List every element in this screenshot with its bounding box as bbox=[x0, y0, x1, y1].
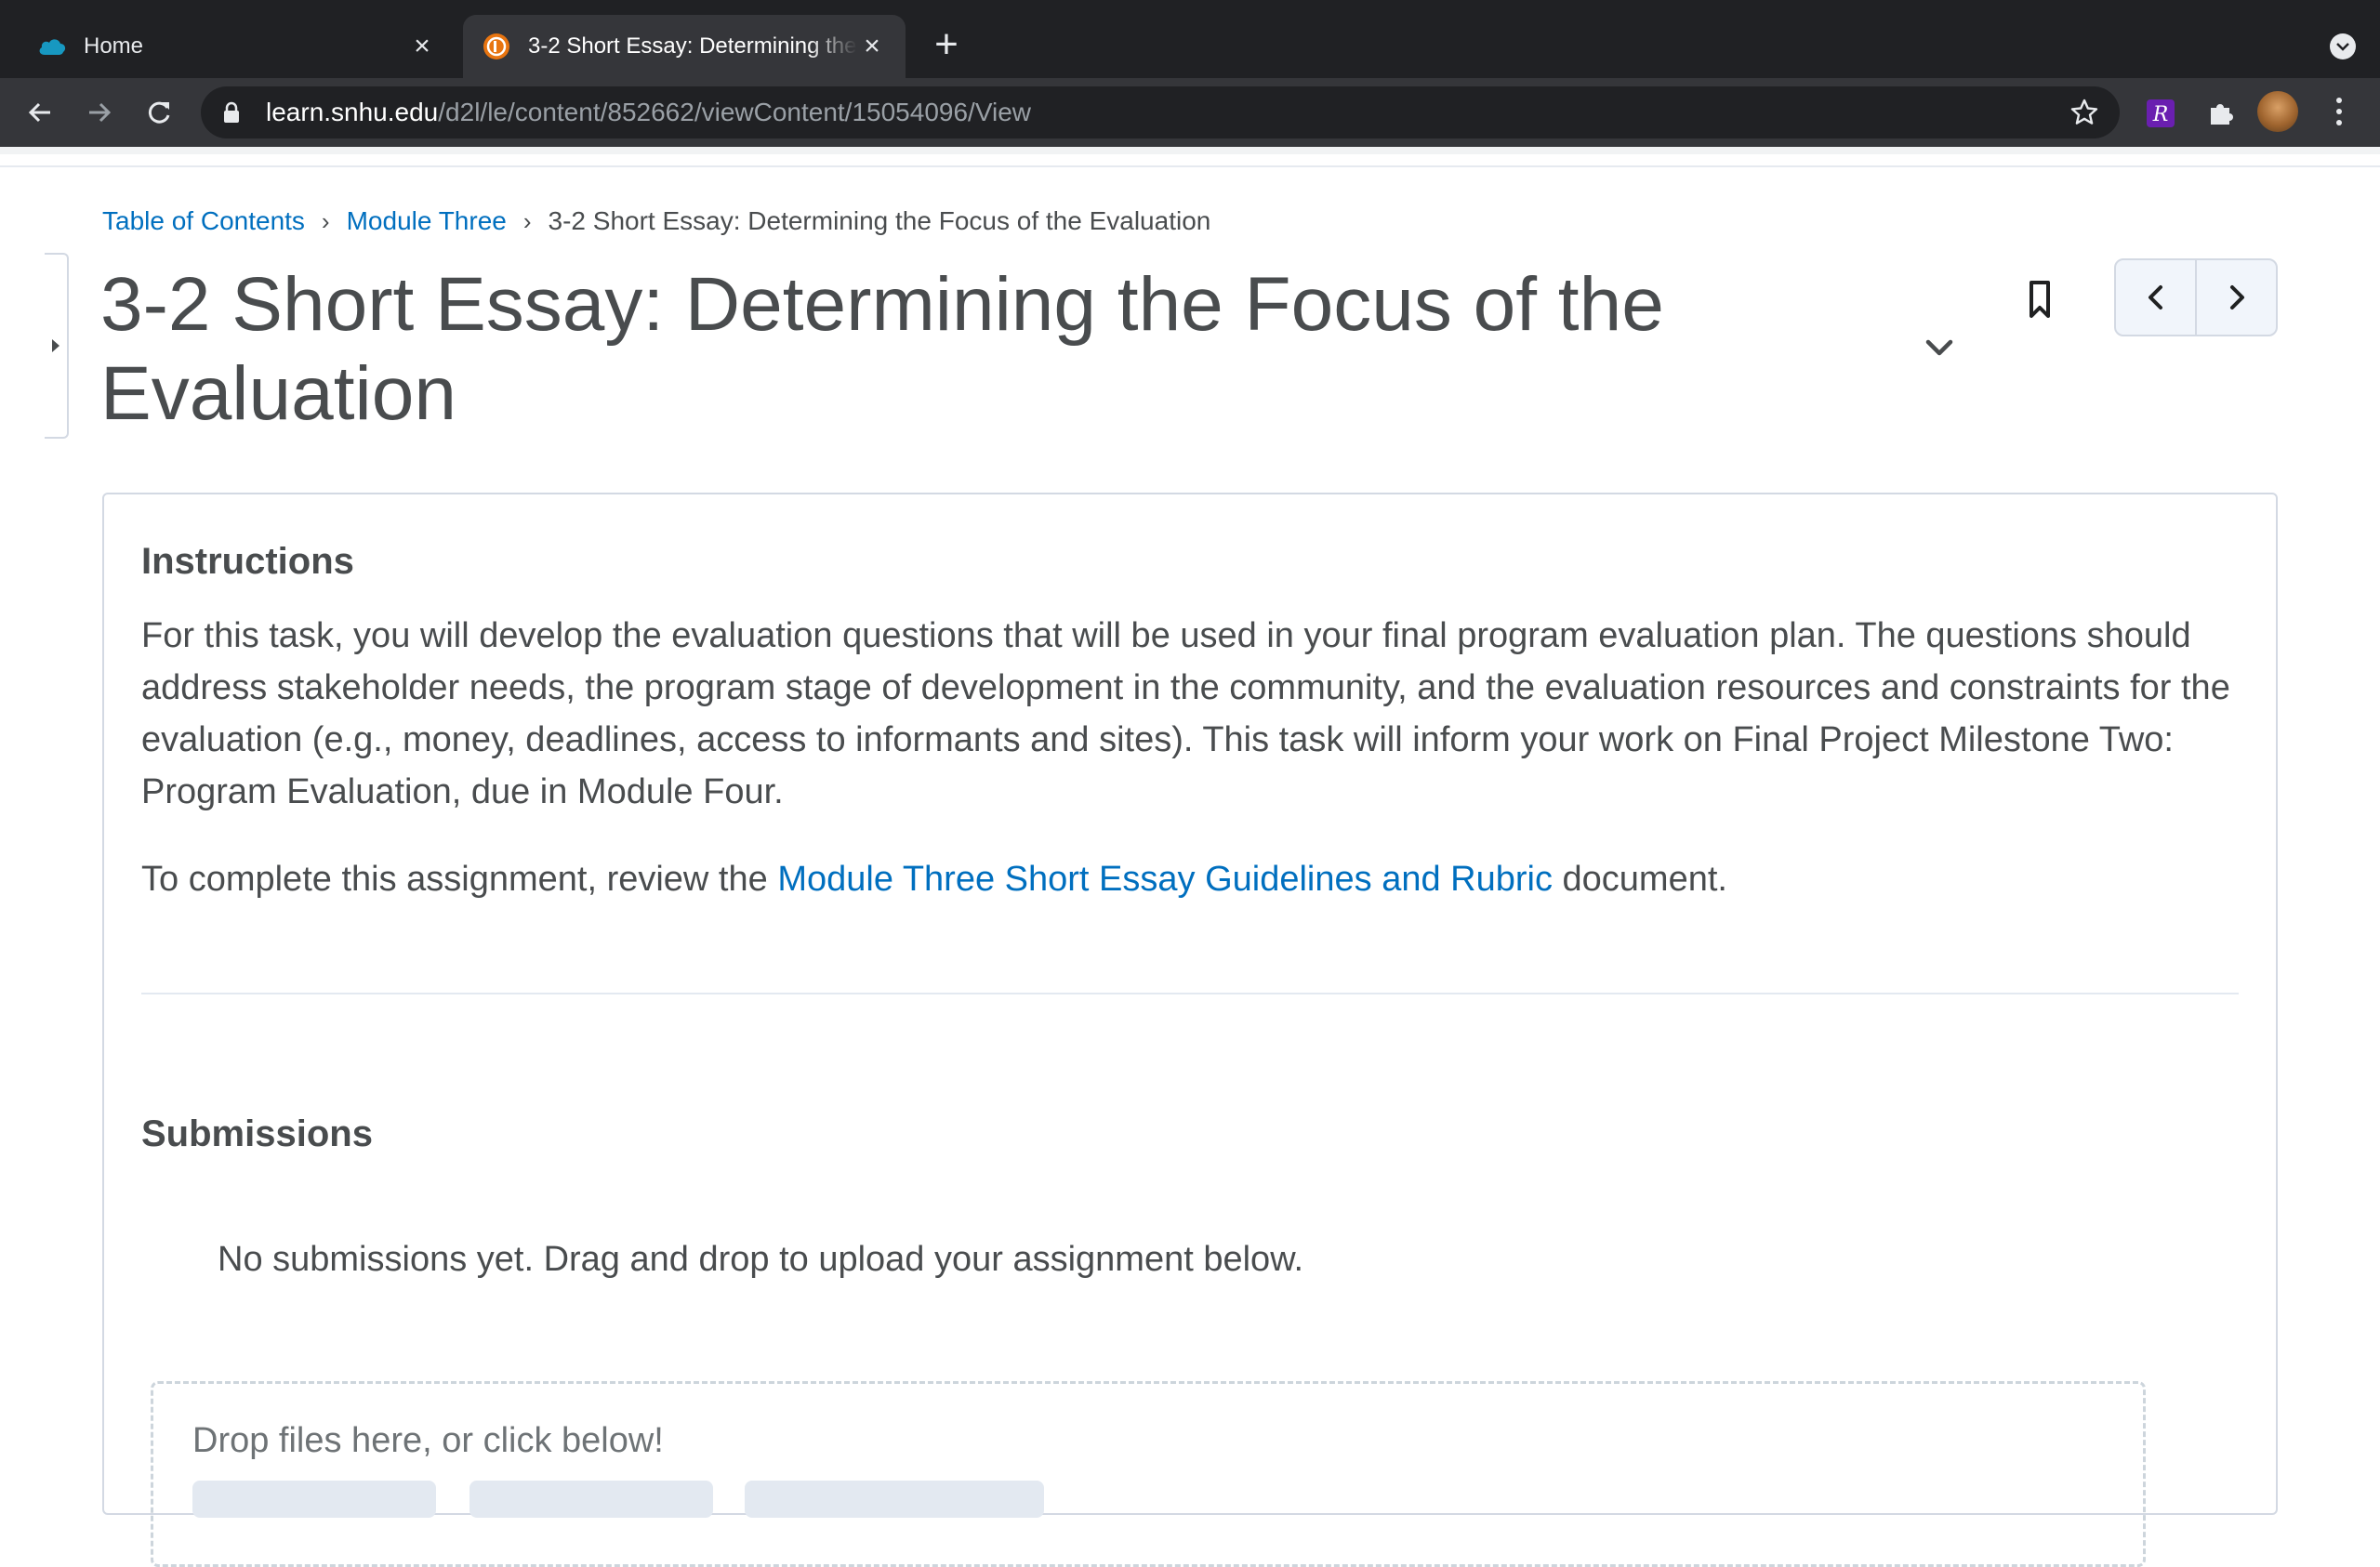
kebab-menu-icon[interactable] bbox=[2328, 95, 2350, 128]
salesforce-cloud-icon bbox=[37, 32, 67, 61]
file-dropzone[interactable]: Drop files here, or click below! bbox=[151, 1381, 2146, 1567]
browser-toolbar: learn.snhu.edu/d2l/le/content/852662/vie… bbox=[0, 78, 2380, 147]
breadcrumb-link-table-of-contents[interactable]: Table of Contents bbox=[102, 206, 305, 236]
rubric-suffix: document. bbox=[1552, 860, 1727, 899]
extension-icon[interactable]: R bbox=[2144, 97, 2177, 130]
chevron-right-icon: › bbox=[321, 206, 330, 235]
forward-icon[interactable] bbox=[78, 91, 121, 134]
record-video-button[interactable] bbox=[745, 1481, 1044, 1518]
tab-current[interactable]: 3-2 Short Essay: Determining the Focus o… bbox=[463, 15, 906, 78]
new-tab-icon[interactable]: + bbox=[928, 24, 965, 65]
profile-avatar[interactable] bbox=[2257, 91, 2298, 132]
address-bar[interactable]: learn.snhu.edu/d2l/le/content/852662/vie… bbox=[201, 86, 2120, 138]
dropzone-text: Drop files here, or click below! bbox=[192, 1421, 664, 1460]
sidebar-toggle[interactable] bbox=[45, 253, 69, 439]
url-text: learn.snhu.edu/d2l/le/content/852662/vie… bbox=[266, 98, 1031, 127]
guidelines-rubric-link[interactable]: Module Three Short Essay Guidelines and … bbox=[777, 860, 1553, 899]
lock-icon[interactable] bbox=[223, 99, 245, 125]
section-divider bbox=[141, 993, 2239, 994]
breadcrumb-current: 3-2 Short Essay: Determining the Focus o… bbox=[548, 206, 1211, 235]
url-host: learn.snhu.edu bbox=[266, 98, 439, 126]
breadcrumb-link-module-three[interactable]: Module Three bbox=[347, 206, 507, 236]
brightspace-icon bbox=[482, 32, 511, 61]
breadcrumb: Table of Contents › Module Three › 3-2 S… bbox=[102, 203, 1210, 240]
caret-right-icon bbox=[52, 339, 60, 352]
next-topic-button[interactable] bbox=[2195, 260, 2276, 335]
submissions-heading: Submissions bbox=[141, 1113, 373, 1154]
puzzle-icon[interactable] bbox=[2203, 97, 2237, 130]
record-audio-button[interactable] bbox=[469, 1481, 713, 1518]
back-icon[interactable] bbox=[19, 91, 61, 134]
tab-title: Home bbox=[84, 33, 144, 59]
upload-button[interactable] bbox=[192, 1481, 436, 1518]
url-path: /d2l/le/content/852662/viewContent/15054… bbox=[438, 98, 1032, 126]
previous-topic-button[interactable] bbox=[2116, 260, 2195, 335]
chevron-right-icon bbox=[2229, 285, 2244, 309]
bookmark-icon[interactable] bbox=[2023, 279, 2056, 320]
tab-title: 3-2 Short Essay: Determining the Focus o… bbox=[528, 33, 857, 59]
page-top-rule bbox=[0, 165, 2380, 167]
reload-icon[interactable] bbox=[138, 91, 180, 134]
close-icon[interactable]: × bbox=[857, 31, 887, 61]
svg-text:R: R bbox=[2152, 103, 2169, 126]
page-title: 3-2 Short Essay: Determining the Focus o… bbox=[100, 262, 1664, 436]
instructions-rubric-paragraph: To complete this assignment, review the … bbox=[141, 853, 2252, 905]
topic-navigation bbox=[2114, 258, 2278, 336]
chevron-left-icon bbox=[2148, 285, 2162, 309]
star-icon[interactable] bbox=[2069, 98, 2099, 127]
no-submissions-text: No submissions yet. Drag and drop to upl… bbox=[218, 1240, 1304, 1279]
chevron-down-icon[interactable] bbox=[1921, 333, 1958, 362]
instructions-heading: Instructions bbox=[141, 541, 354, 582]
tab-home[interactable]: Home × bbox=[0, 15, 456, 78]
page-top-band bbox=[0, 147, 2380, 154]
assignment-card: Instructions For this task, you will dev… bbox=[102, 493, 2278, 1567]
close-icon[interactable]: × bbox=[407, 31, 437, 61]
rubric-prefix: To complete this assignment, review the bbox=[141, 860, 778, 899]
instructions-paragraph: For this task, you will develop the eval… bbox=[141, 616, 2230, 811]
browser-tab-strip: Home × 3-2 Short Essay: Determining the … bbox=[0, 0, 2380, 78]
tab-search-icon[interactable] bbox=[2330, 33, 2356, 59]
chevron-right-icon: › bbox=[522, 206, 532, 235]
